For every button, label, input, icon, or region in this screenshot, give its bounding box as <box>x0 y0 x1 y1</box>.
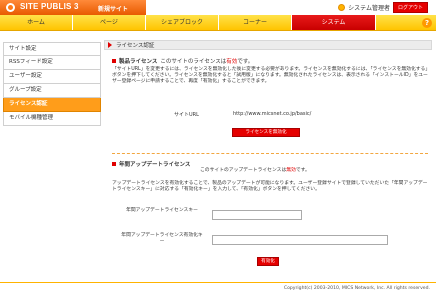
license-key-input[interactable] <box>212 210 302 220</box>
tab-share-block[interactable]: シェアブロック <box>146 15 219 30</box>
arrow-right-icon <box>108 42 112 48</box>
user-icon <box>338 4 346 11</box>
sidebar-item-mobile-devices[interactable]: モバイル機種管理 <box>3 112 101 126</box>
user-area: システム管理者 ログアウト <box>338 2 428 13</box>
activate-button[interactable]: 有効化 <box>257 257 279 266</box>
user-label: システム管理者 <box>348 5 390 12</box>
update-license-heading: 年間アップデートライセンス <box>112 160 190 168</box>
logo: SITE PUBLIS 3 新規サイト <box>0 0 146 15</box>
update-license-title: 年間アップデートライセンス <box>119 162 191 168</box>
sidebar-item-rss-settings[interactable]: RSSフィード設定 <box>3 56 101 70</box>
top-header: SITE PUBLIS 3 新規サイト システム管理者 ログアウト <box>0 0 436 15</box>
bullet-icon <box>112 59 116 63</box>
deactivate-license-button[interactable]: ライセンスを無効化 <box>232 128 300 137</box>
footer-copyright: Copyright(c) 2003-2010, MICS Network, In… <box>283 286 430 291</box>
activation-key-label: 年間アップデートライセンス有効化キー <box>121 233 203 244</box>
page-title-bar: ライセンス認証 <box>104 40 432 50</box>
tab-corner[interactable]: コーナー <box>219 15 292 30</box>
sidebar: サイト設定 RSSフィード設定 ユーザー設定 グループ設定 ライセンス認証 モバ… <box>3 42 101 126</box>
main-nav: ホーム ページ シェアブロック コーナー システム ? <box>0 15 436 31</box>
product-license-title: 製品ライセンス <box>119 59 158 65</box>
product-license-description: 「サイトURL」を変更するには、ライセンスを無効化した後に変更する必要があります… <box>112 67 428 84</box>
update-license-status-value: 無効 <box>286 168 296 173</box>
sidebar-item-site-settings[interactable]: サイト設定 <box>3 42 101 56</box>
update-license-status: このサイトのアップデートライセンスは無効です。 <box>200 168 310 173</box>
tab-page[interactable]: ページ <box>73 15 146 30</box>
bullet-icon <box>112 162 116 166</box>
main-content: ライセンス認証 <box>104 40 432 50</box>
logo-text: SITE PUBLIS 3 <box>20 2 79 11</box>
help-icon[interactable]: ? <box>422 18 432 28</box>
section-divider <box>112 153 428 154</box>
tab-system[interactable]: システム <box>292 15 376 30</box>
page-title: ライセンス認証 <box>116 43 155 49</box>
site-name: 新規サイト <box>98 6 129 13</box>
update-license-description: アップデートライセンスを有効化することで、製品のアップデートが可能になります。ユ… <box>112 181 428 192</box>
product-license-status-value: 有効 <box>226 59 238 65</box>
product-license-heading: 製品ライセンス このサイトのライセンスは有効です。 <box>112 57 253 65</box>
sidebar-item-group-settings[interactable]: グループ設定 <box>3 84 101 98</box>
product-license-status: このサイトのライセンスは有効です。 <box>160 59 254 65</box>
logout-button[interactable]: ログアウト <box>392 2 428 13</box>
license-key-label: 年間アップデートライセンスキー <box>126 208 198 213</box>
sidebar-item-license[interactable]: ライセンス認証 <box>3 98 101 112</box>
site-url-label: サイトURL <box>174 112 199 118</box>
activation-key-input[interactable] <box>212 235 388 245</box>
logo-mark-icon <box>6 3 15 12</box>
footer-divider <box>0 282 436 283</box>
site-url-value: http://www.micsnet.co.jp/basic/ <box>233 111 312 117</box>
sidebar-item-user-settings[interactable]: ユーザー設定 <box>3 70 101 84</box>
tab-home[interactable]: ホーム <box>0 15 73 30</box>
